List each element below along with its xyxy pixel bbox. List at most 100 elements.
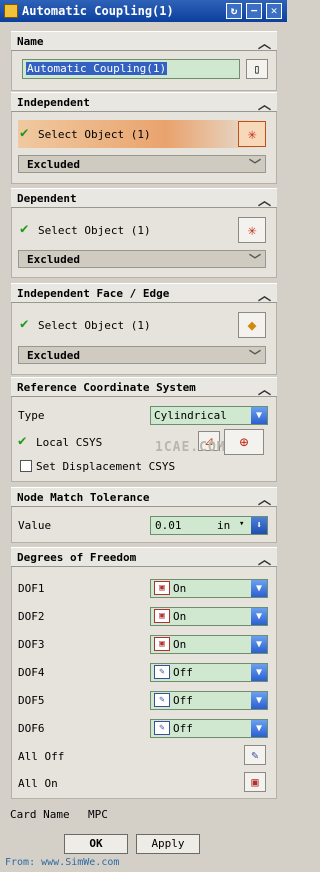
face-edge-section-header[interactable]: Independent Face / Edge ︿ [11, 283, 277, 304]
dof4-value: Off [173, 666, 193, 679]
dof-on-icon: ▣ [154, 637, 170, 651]
chevron-up-icon: ︿ [257, 383, 271, 398]
independent-select-row[interactable]: ✔ Select Object (1) ✳ [18, 120, 266, 148]
independent-section-title: Independent [17, 96, 90, 109]
csys-dialog-icon[interactable]: ⊕ [224, 429, 264, 455]
cube-icon[interactable]: ◆ [238, 312, 266, 338]
name-field[interactable]: Automatic Coupling(1) [22, 59, 240, 79]
document-icon[interactable]: ▯ [246, 59, 268, 79]
face-edge-section-title: Independent Face / Edge [17, 287, 170, 300]
chevron-up-icon: ︿ [257, 493, 271, 508]
dof2-label: DOF2 [18, 610, 45, 623]
select-object-icon[interactable]: ✳ [238, 217, 266, 243]
check-icon: ✔ [18, 433, 27, 449]
app-icon [4, 4, 18, 18]
csys-section-header[interactable]: Reference Coordinate System ︿ [11, 377, 277, 398]
chevron-down-icon: ▼ [251, 580, 267, 597]
ok-button[interactable]: OK [64, 834, 128, 854]
chevron-up-icon: ︿ [257, 553, 271, 568]
face-edge-filter-value: Excluded [27, 349, 80, 362]
csys-type-select[interactable]: Cylindrical ▼ [150, 406, 268, 425]
displacement-csys-checkbox[interactable] [20, 460, 32, 472]
dof3-select[interactable]: ▣ On ▼ [150, 635, 268, 654]
all-on-icon[interactable]: ▣ [244, 772, 266, 792]
dof6-value: Off [173, 722, 193, 735]
window-title: Automatic Coupling(1) [22, 4, 174, 18]
dependent-filter-dropdown[interactable]: Excluded ﹀ [18, 250, 266, 268]
dependent-select-label: Select Object (1) [38, 224, 151, 237]
tolerance-section-header[interactable]: Node Match Tolerance ︿ [11, 487, 277, 508]
dof-section-header[interactable]: Degrees of Freedom ︿ [11, 547, 277, 568]
dependent-section-header[interactable]: Dependent ︿ [11, 188, 277, 209]
dof1-value: On [173, 582, 187, 595]
close-icon[interactable]: ✕ [266, 3, 282, 19]
dof6-select[interactable]: ✎ Off ▼ [150, 719, 268, 738]
dof6-label: DOF6 [18, 722, 45, 735]
tolerance-section-body: Value 0.01 in ▾ ⬇ [11, 507, 277, 543]
check-icon: ✔ [20, 125, 29, 141]
dependent-select-row[interactable]: ✔ Select Object (1) ✳ [18, 216, 266, 244]
dof1-label: DOF1 [18, 582, 45, 595]
chevron-down-icon: ﹀ [248, 349, 261, 363]
tolerance-section-title: Node Match Tolerance [17, 491, 150, 504]
select-object-icon[interactable]: ✳ [238, 121, 266, 147]
watermark-center: 1CAE.COM [155, 440, 226, 455]
dof1-select[interactable]: ▣ On ▼ [150, 579, 268, 598]
csys-section-body: Type Cylindrical ▼ ✔ Local CSYS ⊿ ⊕ Set … [11, 397, 277, 482]
chevron-up-icon: ︿ [257, 194, 271, 209]
dof-off-icon: ✎ [154, 693, 170, 707]
dof5-select[interactable]: ✎ Off ▼ [150, 691, 268, 710]
name-section-body: Automatic Coupling(1) ▯ [11, 51, 277, 91]
arrow-down-icon[interactable]: ⬇ [251, 517, 267, 534]
all-off-label: All Off [18, 750, 65, 763]
card-name-label: Card Name [10, 808, 70, 821]
chevron-down-icon: ▼ [251, 407, 267, 424]
chevron-down-icon: ▼ [251, 664, 267, 681]
displacement-csys-label: Set Displacement CSYS [36, 460, 176, 473]
dof2-select[interactable]: ▣ On ▼ [150, 607, 268, 626]
dof2-value: On [173, 610, 187, 623]
reset-icon[interactable]: ↻ [226, 3, 242, 19]
name-section-header[interactable]: Name ︿ [11, 31, 277, 52]
face-edge-select-row[interactable]: ✔ Select Object (1) ◆ [18, 311, 266, 339]
chevron-up-icon: ︿ [257, 98, 271, 113]
chevron-down-icon: ﹀ [248, 253, 261, 267]
card-name-value: MPC [88, 808, 108, 821]
dependent-filter-value: Excluded [27, 253, 80, 266]
chevron-down-icon: ▼ [251, 692, 267, 709]
face-edge-filter-dropdown[interactable]: Excluded ﹀ [18, 346, 266, 364]
dof4-label: DOF4 [18, 666, 45, 679]
chevron-down-icon: ﹀ [248, 158, 261, 172]
chevron-down-icon: ▼ [251, 608, 267, 625]
tolerance-value-label: Value [18, 519, 52, 532]
dof3-value: On [173, 638, 187, 651]
independent-select-label: Select Object (1) [38, 128, 151, 141]
minimize-icon[interactable]: − [246, 3, 262, 19]
chevron-down-icon: ▼ [251, 636, 267, 653]
check-icon: ✔ [20, 221, 29, 237]
independent-filter-value: Excluded [27, 158, 80, 171]
dof5-value: Off [173, 694, 193, 707]
apply-button[interactable]: Apply [136, 834, 200, 854]
dof-section-title: Degrees of Freedom [17, 551, 137, 564]
independent-section-header[interactable]: Independent ︿ [11, 92, 277, 113]
face-edge-select-label: Select Object (1) [38, 319, 151, 332]
tolerance-value: 0.01 [155, 519, 182, 532]
chevron-down-icon: ▼ [251, 720, 267, 737]
name-section-title: Name [17, 35, 44, 48]
dof5-label: DOF5 [18, 694, 45, 707]
chevron-up-icon: ︿ [257, 289, 271, 304]
dof3-label: DOF3 [18, 638, 45, 651]
tolerance-value-field[interactable]: 0.01 in ▾ ⬇ [150, 516, 268, 535]
tolerance-unit[interactable]: in [217, 519, 230, 532]
independent-filter-dropdown[interactable]: Excluded ﹀ [18, 155, 266, 173]
all-off-pencil-icon[interactable]: ✎ [244, 745, 266, 765]
independent-section-body: ✔ Select Object (1) ✳ Excluded ﹀ [11, 112, 277, 184]
check-icon: ✔ [20, 316, 29, 332]
unit-caret-icon: ▾ [239, 519, 245, 529]
face-edge-section-body: ✔ Select Object (1) ◆ Excluded ﹀ [11, 303, 277, 375]
dof-on-icon: ▣ [154, 581, 170, 595]
name-field-value: Automatic Coupling(1) [26, 62, 168, 75]
dof-off-icon: ✎ [154, 721, 170, 735]
dof4-select[interactable]: ✎ Off ▼ [150, 663, 268, 682]
